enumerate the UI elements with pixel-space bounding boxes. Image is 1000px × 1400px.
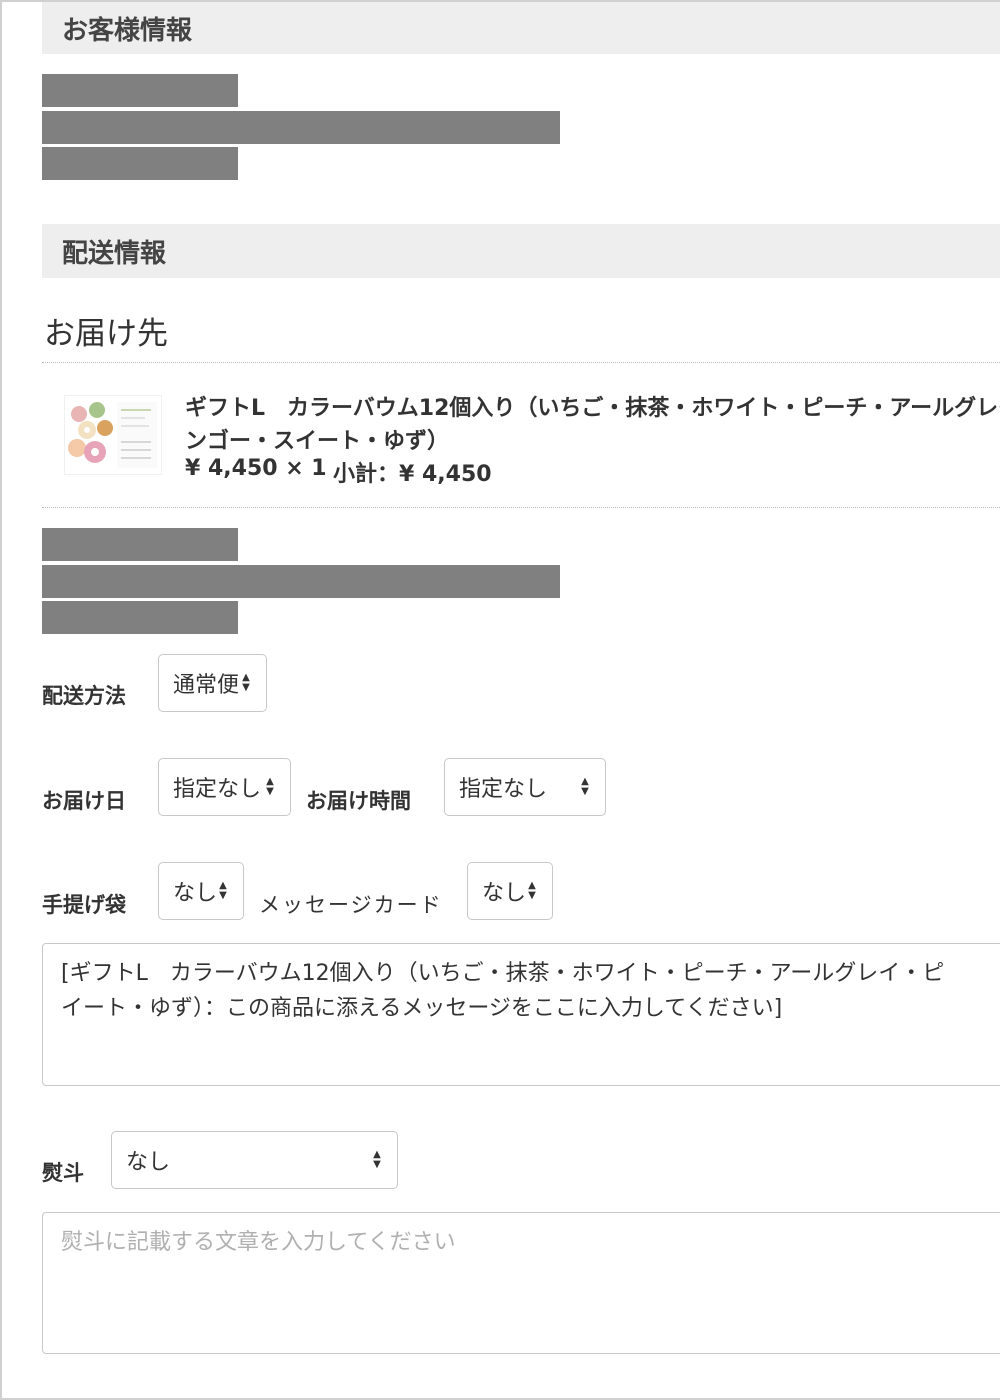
select-arrows-icon: ▲ ▼ <box>581 776 589 797</box>
redacted-customer-address <box>42 111 560 144</box>
delivery-time-select[interactable]: 指定なし ▲ ▼ <box>444 758 606 816</box>
destination-title: お届け先 <box>44 316 168 352</box>
redacted-customer-name <box>42 74 238 107</box>
delivery-time-label: お届け時間 <box>306 789 411 813</box>
gift-message-textarea[interactable]: [ギフトL カラーバウム12個入り（いちご・抹茶・ホワイト・ピーチ・アールグレイ… <box>42 943 1000 1086</box>
message-card-value: なし <box>482 881 527 906</box>
customer-info-header: お客様情報 <box>42 2 1000 54</box>
order-form: お客様情報 配送情報 お届け先 ギフトL カラーバウム12個入り（いちご・抹茶・… <box>0 0 1000 1400</box>
noshi-value: なし <box>126 1150 171 1175</box>
noshi-text-placeholder: 熨斗に記載する文章を入力してください <box>61 1230 456 1255</box>
delivery-date-label: お届け日 <box>42 789 126 813</box>
shipping-method-label: 配送方法 <box>42 684 126 708</box>
select-arrows-icon: ▲ ▼ <box>373 1149 381 1170</box>
customer-info-title: お客様情報 <box>62 15 193 46</box>
noshi-label: 熨斗 <box>42 1161 84 1185</box>
select-arrows-icon: ▲ ▼ <box>266 776 274 797</box>
divider <box>42 362 1000 363</box>
shopping-bag-label: 手提げ袋 <box>42 893 126 917</box>
delivery-date-value: 指定なし <box>173 777 262 802</box>
divider <box>42 507 1000 508</box>
shipping-method-value: 通常便 <box>173 673 240 698</box>
noshi-select[interactable]: なし ▲ ▼ <box>111 1131 398 1189</box>
redacted-recipient-address <box>42 565 560 598</box>
redacted-recipient-phone <box>42 601 238 634</box>
redacted-recipient-name <box>42 528 238 561</box>
shopping-bag-value: なし <box>173 881 218 906</box>
message-card-label: メッセージカード <box>259 893 443 917</box>
shopping-bag-select[interactable]: なし ▲ ▼ <box>158 862 244 920</box>
item-subtotal: 小計：¥ 4,450 <box>333 462 492 487</box>
product-thumbnail-icon <box>64 395 162 475</box>
item-name-line1: ギフトL カラーバウム12個入り（いちご・抹茶・ホワイト・ピーチ・アールグレイ・… <box>185 396 1000 421</box>
select-arrows-icon: ▲ ▼ <box>242 672 250 693</box>
delivery-info-header: 配送情報 <box>42 224 1000 278</box>
message-card-select[interactable]: なし ▲ ▼ <box>467 862 553 920</box>
gift-message-line2: イート・ゆず）：この商品に添えるメッセージをここに入力してください] <box>61 996 783 1021</box>
delivery-time-value: 指定なし <box>459 777 548 802</box>
delivery-info-title: 配送情報 <box>62 238 167 269</box>
shipping-method-select[interactable]: 通常便 ▲ ▼ <box>158 654 267 712</box>
gift-message-line1: [ギフトL カラーバウム12個入り（いちご・抹茶・ホワイト・ピーチ・アールグレイ… <box>61 961 945 986</box>
item-name-line2: ンゴー・スイート・ゆず） <box>185 429 450 454</box>
noshi-text-textarea[interactable]: 熨斗に記載する文章を入力してください <box>42 1212 1000 1354</box>
select-arrows-icon: ▲ ▼ <box>219 880 227 901</box>
item-price-quantity: ¥ 4,450 × 1 <box>185 456 327 481</box>
delivery-date-select[interactable]: 指定なし ▲ ▼ <box>158 758 291 816</box>
redacted-customer-phone <box>42 147 238 180</box>
select-arrows-icon: ▲ ▼ <box>528 880 536 901</box>
